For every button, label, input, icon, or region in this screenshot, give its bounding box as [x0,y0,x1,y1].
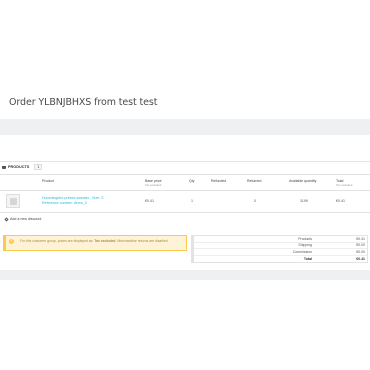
tax-warning-alert: ! For this customer group, prices are di… [3,235,187,251]
tag-icon [4,216,9,222]
order-totals-table: Products €0.41 Shipping €0.00 Commission… [191,235,368,263]
totals-row-total: Total €0.41 [303,256,365,261]
products-heading-label: PRODUCTS [8,165,30,169]
column-header-base-price: Base price Tax excluded [145,179,162,187]
cart-icon [2,165,6,169]
products-panel: PRODUCTS 1 Product Base price Tax exclud… [0,161,370,265]
product-thumbnail [6,194,20,208]
returned: 0 [254,199,256,203]
divider [0,212,370,213]
products-panel-heading: PRODUCTS 1 [2,164,43,170]
available-quantity: 1199 [300,199,308,203]
column-header-qty: Qty [189,179,195,183]
page-title: Order YLBNJBHXS from test test [9,97,158,108]
column-header-total: Total Tax excluded [336,179,353,187]
column-header-refunded: Refunded [211,179,227,183]
add-discount-button[interactable]: Add a new discount [4,216,41,222]
warning-message: For this customer group, prices are disp… [20,239,168,243]
quantity: 1 [191,199,193,203]
column-header-available-quantity: Available quantity [289,179,317,183]
divider [0,190,370,191]
base-price: €0.41 [145,199,154,203]
divider [0,174,370,175]
warning-icon: ! [9,239,14,244]
product-name-link[interactable]: Hummingbird printed sweater - Size: S Re… [42,196,104,205]
column-header-product: Product [42,179,55,183]
column-header-returned: Returned [247,179,262,183]
footer-band [0,270,370,280]
row-total: €0.41 [336,199,345,203]
products-count-badge: 1 [34,164,43,170]
toolbar-band [0,119,370,135]
